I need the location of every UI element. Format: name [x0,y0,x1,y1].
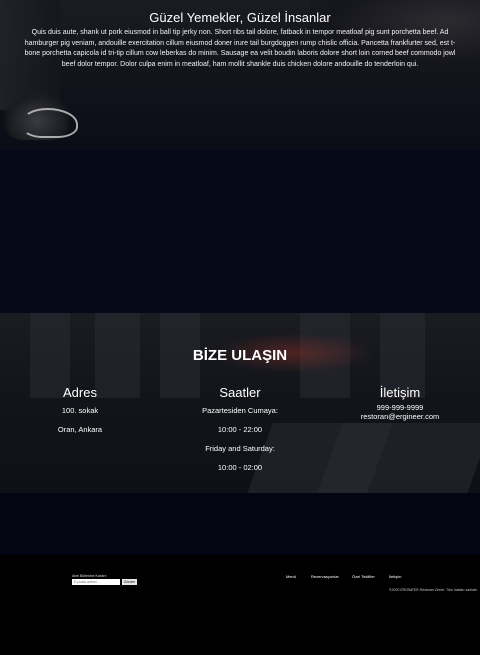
footer-link-reservations[interactable]: Rezervasyonlar [311,574,339,579]
address-line-1: 100. sokak [61,406,99,415]
dark-band [0,150,480,315]
hours-column: Saatler Pazartesiden Cumaya: 10:00 - 22:… [160,385,320,472]
communication-column: İletişim 999-999-9999 restoran@ergineer.… [320,385,480,421]
contact-title: BİZE ULAŞIN [192,347,288,364]
weekday-label: Pazartesiden Cumaya: [202,406,278,415]
address-heading: Adres [63,385,97,400]
newsletter-label: Abel Bültenine Katılın! [72,574,107,578]
hero-text: Quis duis aute, shank ut pork eiusmod in… [24,29,456,68]
footer-link-special-offers[interactable]: Özel Teklifler [352,574,375,579]
footer: Abel Bültenine Katılın! Gönder Menü Reze… [0,555,480,655]
contact-section: BİZE ULAŞIN Adres 100. sokak Oran, Ankar… [0,313,480,493]
copyright-text: ©2020 ERGİNEER Restoran Zinciri. Tüm hak… [389,588,478,592]
footer-link-contact[interactable]: İletişim [389,574,401,579]
footer-link-menu[interactable]: Menü [286,574,296,579]
address-column: Adres 100. sokak Oran, Ankara [0,385,160,434]
hero-section: Güzel Yemekler, Güzel İnsanlar Quis duis… [0,0,480,150]
newsletter-submit-button[interactable]: Gönder [122,579,137,585]
communication-heading: İletişim [379,385,421,400]
hero-title: Güzel Yemekler, Güzel İnsanlar [149,10,331,25]
newsletter-email-input[interactable] [72,579,120,585]
lower-band [0,493,480,555]
background-table [317,423,480,493]
email-address[interactable]: restoran@ergineer.com [320,412,480,421]
hours-heading: Saatler [219,385,261,400]
phone-number[interactable]: 999-999-9999 [320,403,480,412]
weekday-hours: 10:00 - 22:00 [217,425,263,434]
weekend-hours: 10:00 - 02:00 [217,463,263,472]
weekend-label: Friday and Saturday: [205,444,275,453]
address-line-2: Oran, Ankara [57,425,103,434]
hero-background-shoe-outline [22,108,78,138]
